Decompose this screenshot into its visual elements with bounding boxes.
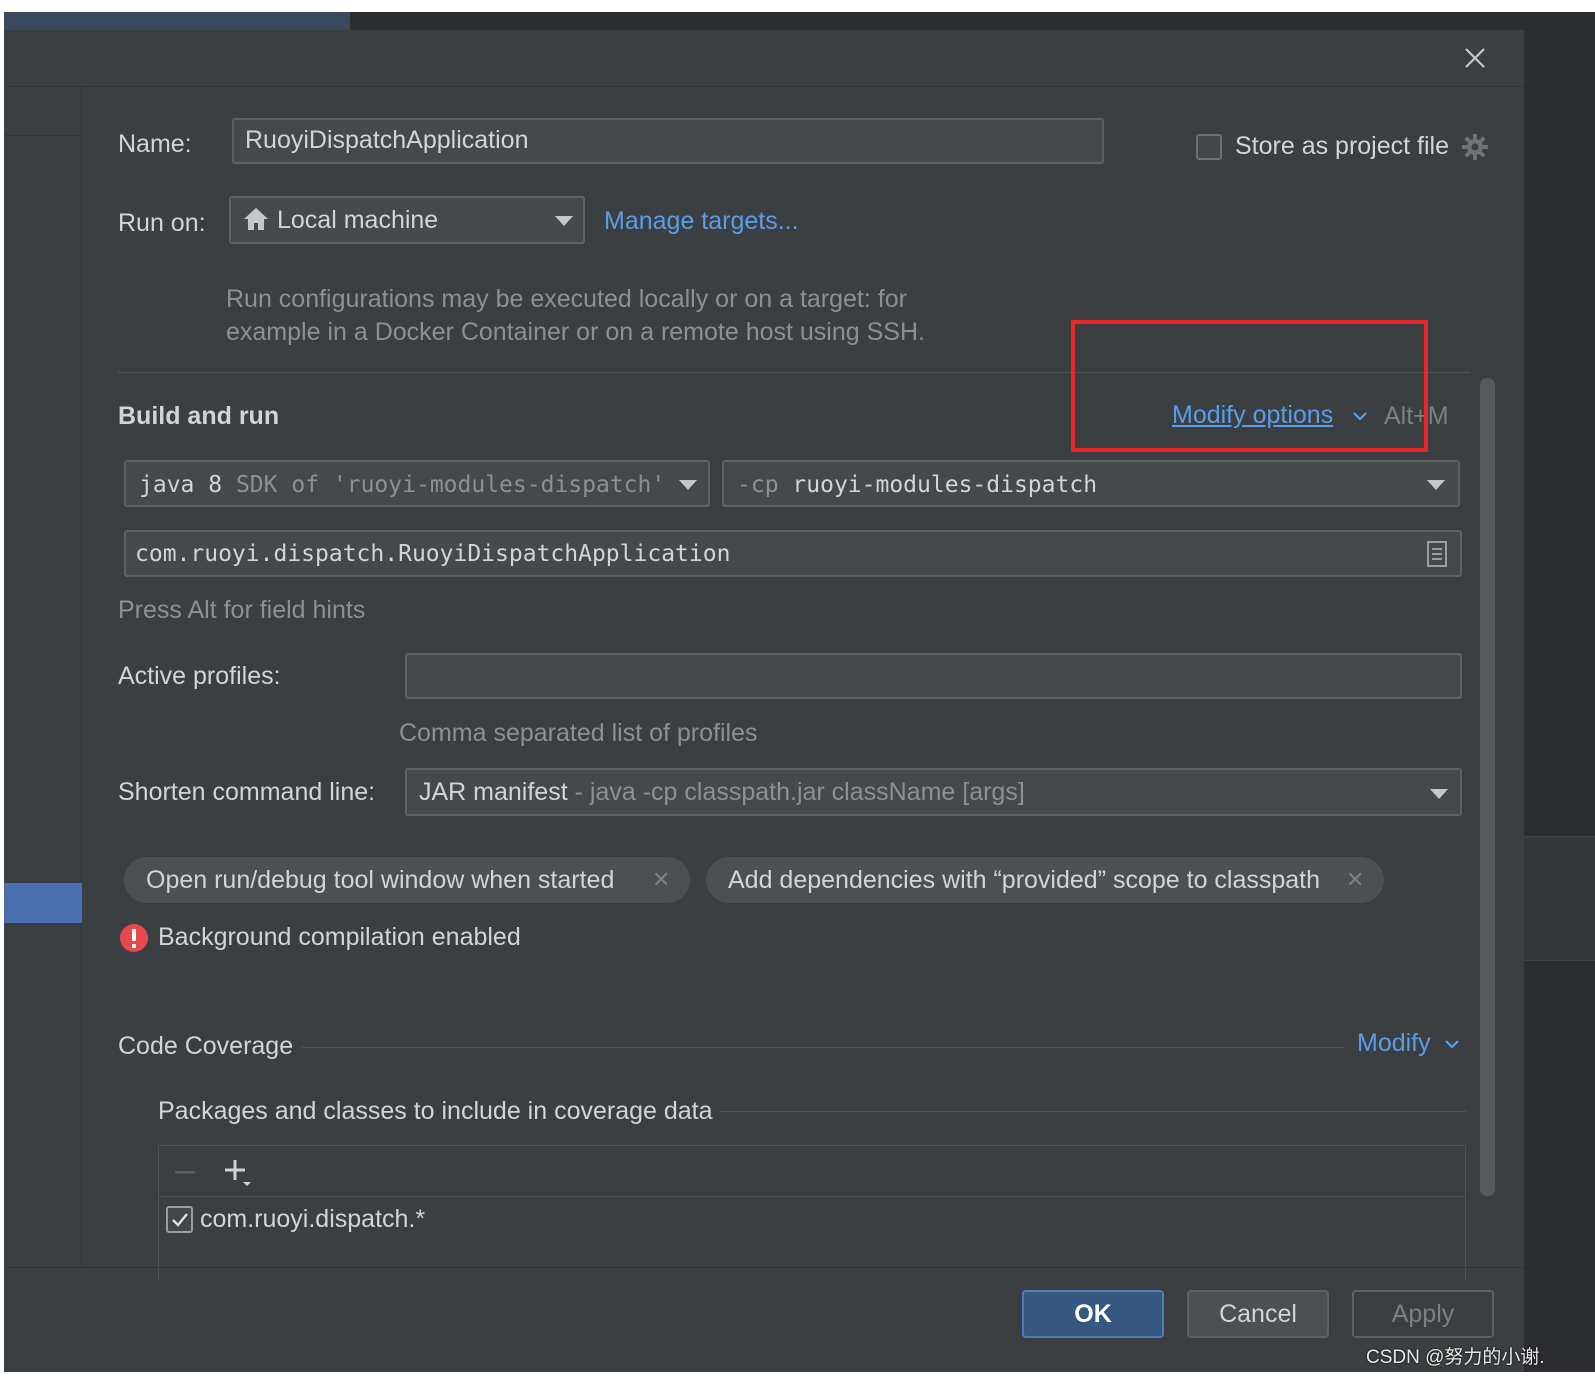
close-icon[interactable]	[1464, 47, 1486, 69]
code-coverage-title: Code Coverage	[118, 1032, 294, 1060]
run-on-select[interactable]: Local machine	[229, 196, 585, 244]
active-profiles-label: Active profiles:	[118, 662, 281, 690]
active-profiles-input[interactable]	[405, 653, 1462, 699]
classpath-module-value: ruoyi-modules-dispatch	[792, 472, 1098, 498]
main-class-value: com.ruoyi.dispatch.RuoyiDispatchApplicat…	[135, 541, 731, 567]
build-and-run-title: Build and run	[118, 402, 280, 430]
ok-button[interactable]: OK	[1022, 1290, 1164, 1338]
name-label: Name:	[118, 130, 192, 158]
add-icon[interactable]	[223, 1158, 253, 1188]
browse-class-icon[interactable]	[1426, 540, 1448, 568]
check-icon	[172, 1213, 188, 1227]
jre-select-detail: SDK of 'ruoyi-modules-dispatch'	[235, 472, 666, 498]
background-window-strip	[4, 12, 350, 30]
classpath-flag: -cp	[737, 472, 779, 498]
store-as-project-label: Store as project file	[1235, 132, 1449, 160]
toolbar-separator	[159, 1196, 1465, 1197]
run-on-hint-line1: Run configurations may be executed local…	[226, 285, 907, 313]
run-on-value: Local machine	[277, 206, 439, 234]
package-checkbox[interactable]	[166, 1206, 193, 1233]
coverage-modify-button[interactable]: Modify	[1357, 1029, 1431, 1058]
home-icon	[244, 208, 268, 230]
chevron-down-icon	[555, 216, 573, 226]
run-on-hint-line2: example in a Docker Container or on a re…	[226, 318, 925, 346]
chevron-down-icon	[679, 480, 697, 490]
chevron-down-icon	[1445, 1040, 1459, 1049]
shorten-command-line-detail: - java -cp classpath.jar className [args…	[574, 778, 1025, 806]
watermark: CSDN @努力的小谢.	[1366, 1347, 1545, 1368]
screen: Name: RuoyiDispatchApplication Store as …	[4, 12, 1595, 1372]
store-as-project-checkbox[interactable]	[1196, 134, 1222, 160]
option-chip-open-tool-window[interactable]: Open run/debug tool window when started …	[124, 857, 690, 903]
modify-options-button[interactable]: Modify options	[1172, 401, 1333, 430]
section-separator	[720, 1111, 1466, 1112]
active-profiles-hint: Comma separated list of profiles	[399, 719, 758, 747]
option-chip-label: Open run/debug tool window when started	[146, 866, 615, 894]
modify-options-shortcut: Alt+M	[1384, 402, 1449, 430]
packages-title: Packages and classes to include in cover…	[158, 1097, 713, 1125]
footer-separator	[4, 1267, 1524, 1268]
gear-icon[interactable]	[1461, 133, 1489, 161]
run-configuration-dialog: Name: RuoyiDispatchApplication Store as …	[4, 30, 1524, 1372]
coverage-packages-list[interactable]: com.ruoyi.dispatch.*	[158, 1145, 1466, 1280]
shorten-command-line-value: JAR manifest	[419, 778, 568, 806]
option-chip-provided-scope[interactable]: Add dependencies with “provided” scope t…	[706, 857, 1384, 903]
cancel-button[interactable]: Cancel	[1187, 1290, 1329, 1338]
chevron-down-icon	[1430, 789, 1448, 799]
field-hint: Press Alt for field hints	[118, 596, 366, 624]
option-chip-label: Add dependencies with “provided” scope t…	[728, 866, 1321, 894]
tree-selected-item[interactable]	[4, 883, 82, 923]
close-icon[interactable]: ✕	[652, 857, 670, 903]
name-input[interactable]: RuoyiDispatchApplication	[232, 118, 1104, 164]
header-separator	[4, 86, 1524, 87]
shorten-command-line-label: Shorten command line:	[118, 778, 376, 806]
configuration-tree[interactable]	[4, 87, 82, 1267]
section-separator	[302, 1047, 1344, 1048]
background-ide	[1524, 12, 1595, 1372]
minus-icon[interactable]	[173, 1160, 197, 1184]
run-on-label: Run on:	[118, 209, 206, 237]
name-input-value: RuoyiDispatchApplication	[245, 126, 529, 154]
main-class-input[interactable]: com.ruoyi.dispatch.RuoyiDispatchApplicat…	[124, 530, 1462, 577]
package-item-label: com.ruoyi.dispatch.*	[200, 1205, 426, 1233]
section-separator	[118, 372, 1470, 373]
jre-select[interactable]: java 8 SDK of 'ruoyi-modules-dispatch'	[124, 460, 710, 507]
apply-button[interactable]: Apply	[1352, 1290, 1494, 1338]
warning-icon	[120, 924, 148, 952]
vertical-scrollbar[interactable]	[1480, 378, 1495, 1196]
classpath-module-select[interactable]: -cp ruoyi-modules-dispatch	[722, 460, 1460, 507]
close-icon[interactable]: ✕	[1346, 857, 1364, 903]
manage-targets-link[interactable]: Manage targets...	[604, 207, 799, 236]
shorten-command-line-select[interactable]: JAR manifest - java -cp classpath.jar cl…	[405, 768, 1462, 816]
chevron-down-icon	[1427, 480, 1445, 490]
chevron-down-icon	[1353, 412, 1367, 421]
modify-options-label: Modify options	[1172, 401, 1334, 429]
background-compilation-warning: Background compilation enabled	[158, 923, 521, 951]
jre-select-value: java 8	[139, 472, 223, 498]
